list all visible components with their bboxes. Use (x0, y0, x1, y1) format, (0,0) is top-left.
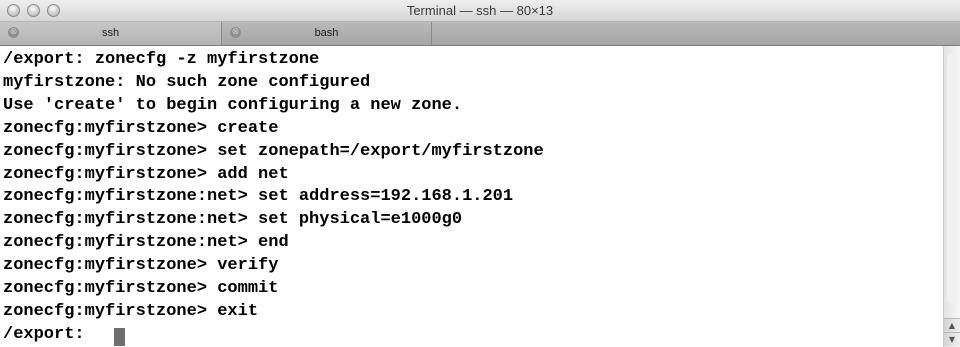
terminal-line: zonecfg:myfirstzone> create (3, 119, 279, 138)
tab-label: ssh (101, 27, 120, 39)
scroll-thumb[interactable] (947, 54, 957, 304)
window-title: Terminal — ssh — 80×13 (406, 3, 554, 18)
terminal-line: myfirstzone: No such zone configured (3, 73, 371, 92)
tab-label: bash (314, 27, 339, 39)
terminal-line: Use 'create' to begin configuring a new … (3, 96, 463, 115)
scroll-up-arrow-icon[interactable]: ▲ (944, 318, 960, 332)
terminal-line: zonecfg:myfirstzone> commit (3, 279, 279, 298)
terminal-window: Terminal — ssh — 80×13 ⊗ ssh ⊗ bash /exp… (0, 0, 960, 347)
terminal-prompt-line: /export: (3, 325, 95, 344)
title-bar[interactable]: Terminal — ssh — 80×13 (0, 0, 960, 22)
terminal-output[interactable]: /export: zonecfg -z myfirstzone myfirstz… (0, 46, 943, 347)
text-cursor (114, 328, 125, 346)
tab-ssh[interactable]: ⊗ ssh (0, 22, 222, 45)
terminal-line: zonecfg:myfirstzone:net> set address=192… (3, 187, 514, 206)
terminal-line: /export: zonecfg -z myfirstzone (3, 50, 320, 69)
terminal-line: zonecfg:myfirstzone> exit (3, 302, 259, 321)
tab-bar: ⊗ ssh ⊗ bash (0, 22, 960, 46)
tab-bash[interactable]: ⊗ bash (222, 22, 432, 45)
terminal-line: zonecfg:myfirstzone:net> end (3, 233, 289, 252)
scroll-down-arrow-icon[interactable]: ▼ (944, 332, 960, 346)
terminal-line: zonecfg:myfirstzone> verify (3, 256, 279, 275)
terminal-line: zonecfg:myfirstzone> set zonepath=/expor… (3, 142, 544, 161)
terminal-line: zonecfg:myfirstzone:net> set physical=e1… (3, 210, 463, 229)
terminal-line: zonecfg:myfirstzone> add net (3, 165, 289, 184)
vertical-scrollbar[interactable]: ▲ ▼ (943, 46, 960, 347)
